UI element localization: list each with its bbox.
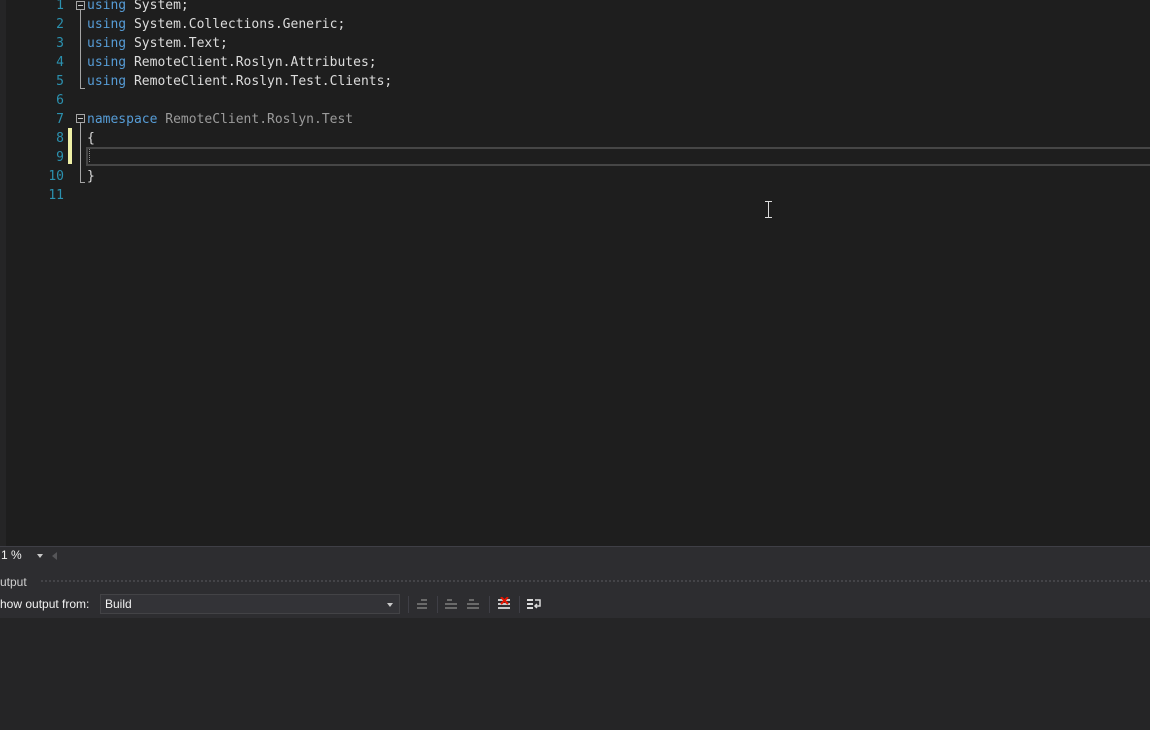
toolbar-separator [489, 596, 490, 613]
text-caret [89, 149, 91, 162]
zoom-level: 1 % [1, 548, 22, 562]
show-output-from-label: how output from: [0, 597, 90, 611]
toolbar-separator [519, 596, 520, 613]
change-tracking-marker [68, 128, 72, 164]
output-source-value: Build [105, 597, 132, 611]
keyword-token: namespace [87, 112, 158, 127]
code-token: { [87, 131, 95, 146]
outline-end-namespace [80, 182, 85, 183]
code-line: namespace RemoteClient.Roslyn.Test [87, 110, 353, 129]
code-line: using RemoteClient.Roslyn.Attributes; [87, 53, 377, 72]
chevron-down-icon [387, 603, 393, 607]
code-line: using System; [87, 0, 189, 15]
ibeam-cursor-icon [764, 201, 773, 218]
code-line: } [87, 167, 95, 186]
code-token: } [87, 169, 95, 184]
keyword-token: using [87, 55, 127, 70]
outline-end-usings [80, 88, 85, 89]
find-message-in-code-icon[interactable] [415, 597, 429, 611]
go-to-previous-message-icon[interactable] [445, 597, 459, 611]
collapse-usings-icon[interactable] [76, 1, 85, 10]
output-panel: utput how output from: Build [0, 573, 1150, 730]
code-token: System.Text; [126, 36, 228, 51]
line-number: 3 [56, 36, 64, 51]
toggle-word-wrap-icon[interactable] [527, 597, 541, 611]
line-number: 10 [48, 169, 64, 184]
keyword-token: using [87, 0, 127, 13]
clear-all-icon[interactable] [497, 597, 511, 611]
line-number: 5 [56, 74, 64, 89]
code-line: using RemoteClient.Roslyn.Test.Clients; [87, 72, 392, 91]
collapse-namespace-icon[interactable] [76, 114, 85, 123]
scroll-left-icon[interactable] [52, 552, 57, 560]
keyword-token: using [87, 36, 127, 51]
line-number: 2 [56, 17, 64, 32]
output-text-area[interactable] [0, 618, 1150, 730]
code-editor[interactable]: 1 2 3 4 5 6 7 8 9 10 11 using System; using System.… [0, 0, 1150, 546]
code-line: using System.Text; [87, 34, 228, 53]
drag-grip[interactable] [40, 579, 1150, 584]
code-token: System; [126, 0, 189, 13]
go-to-next-message-icon[interactable] [467, 597, 481, 611]
toolbar-separator [408, 596, 409, 613]
line-number: 9 [56, 150, 64, 165]
line-number: 1 [56, 0, 64, 13]
panel-splitter[interactable] [0, 565, 1150, 573]
output-source-select[interactable]: Build [100, 594, 400, 614]
current-line-highlight [86, 147, 1150, 166]
editor-bottom-bar: 1 % [0, 546, 1150, 565]
outline-line-namespace [80, 123, 81, 182]
code-token: System.Collections.Generic; [126, 17, 346, 32]
keyword-token: using [87, 74, 127, 89]
line-number: 4 [56, 55, 64, 70]
code-line: { [87, 129, 95, 148]
line-number: 11 [48, 188, 64, 203]
toolbar-separator [437, 596, 438, 613]
outline-line-usings [80, 10, 81, 88]
line-number: 6 [56, 93, 64, 108]
zoom-dropdown[interactable]: 1 % [0, 548, 44, 563]
panel-title: utput [0, 575, 27, 589]
namespace-name-token: RemoteClient.Roslyn.Test [157, 112, 354, 127]
line-number: 8 [56, 131, 64, 146]
chevron-down-icon [37, 554, 43, 558]
keyword-token: using [87, 17, 127, 32]
code-line: using System.Collections.Generic; [87, 15, 345, 34]
output-toolbar: how output from: Build [0, 591, 1150, 618]
line-number-gutter: 1 2 3 4 5 6 7 8 9 10 11 [6, 0, 66, 546]
line-number: 7 [56, 112, 64, 127]
code-token: RemoteClient.Roslyn.Test.Clients; [126, 74, 393, 89]
code-token: RemoteClient.Roslyn.Attributes; [126, 55, 377, 70]
output-panel-titlebar[interactable]: utput [0, 573, 1150, 591]
